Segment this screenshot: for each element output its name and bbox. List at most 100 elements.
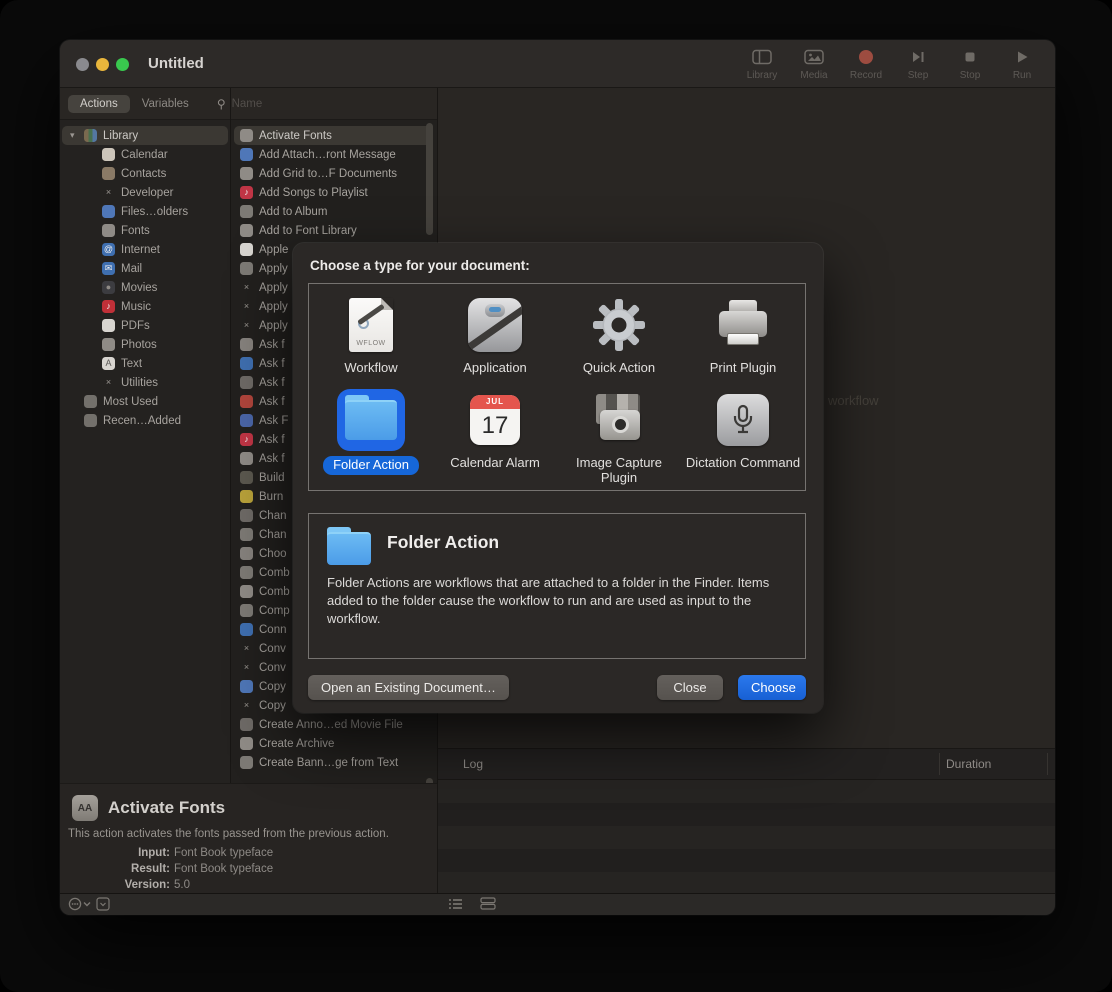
action-info-title: Activate Fonts bbox=[108, 798, 225, 818]
sidebar-item[interactable]: ▾ Fonts bbox=[62, 221, 228, 240]
activate-fonts-icon bbox=[240, 129, 253, 142]
sidebar-divider bbox=[230, 88, 231, 893]
photos-icon bbox=[102, 338, 115, 351]
sidebar-item[interactable]: ▾ Calendar bbox=[62, 145, 228, 164]
folder-smart-icon bbox=[84, 414, 97, 427]
desktop-background: Untitled Library Media Record Step bbox=[0, 0, 1112, 992]
step-icon bbox=[911, 46, 925, 68]
log-column-header[interactable]: Log bbox=[463, 749, 483, 779]
font-book-icon: AA bbox=[72, 795, 98, 821]
library-toolbar-icon bbox=[752, 46, 772, 68]
sidebar-item[interactable]: ▾ Recen…Added bbox=[62, 411, 228, 430]
minimize-window-button[interactable] bbox=[96, 58, 109, 71]
zoom-window-button[interactable] bbox=[116, 58, 129, 71]
sidebar-item[interactable]: ▾ ♪ Music bbox=[62, 297, 228, 316]
run-icon bbox=[1016, 46, 1029, 68]
detail-title: Folder Action bbox=[387, 532, 499, 553]
generic-action-icon bbox=[240, 756, 253, 769]
document-type-option[interactable]: WFLOW Workflow bbox=[309, 288, 433, 383]
toolbar-button[interactable]: Step bbox=[897, 44, 939, 83]
document-type-option[interactable]: JUL17 Calendar Alarm bbox=[433, 383, 557, 486]
action-list-item[interactable]: ♪ Add Songs to Playlist bbox=[234, 183, 433, 202]
generic-action-icon bbox=[240, 357, 253, 370]
toolbar-button[interactable]: Stop bbox=[949, 44, 991, 83]
image-capture-icon bbox=[592, 394, 646, 446]
toolbar-button[interactable]: Record bbox=[845, 44, 887, 83]
toolbar-button[interactable]: Media bbox=[793, 44, 835, 83]
action-list-item[interactable]: Create Bann…ge from Text bbox=[234, 753, 433, 772]
burn-action-icon bbox=[240, 490, 253, 503]
document-type-option[interactable]: Print Plugin bbox=[681, 288, 805, 383]
list-view-icon[interactable] bbox=[448, 897, 463, 910]
document-type-option[interactable]: Image Capture Plugin bbox=[557, 383, 681, 486]
close-window-button[interactable] bbox=[76, 58, 89, 71]
title-bar: Untitled Library Media Record Step bbox=[60, 40, 1055, 88]
mail-icon: ✉ bbox=[102, 262, 115, 275]
sidebar-item[interactable]: ▾ Library bbox=[62, 126, 228, 145]
action-list-item[interactable]: Activate Fonts bbox=[234, 126, 433, 145]
toolbar-button[interactable]: Run bbox=[1001, 44, 1043, 83]
action-list-item[interactable]: Create Archive bbox=[234, 734, 433, 753]
action-list-item[interactable]: Add to Album bbox=[234, 202, 433, 221]
action-list-item[interactable]: Add Grid to…F Documents bbox=[234, 164, 433, 183]
utilities-action-icon: × bbox=[240, 661, 253, 674]
close-button[interactable]: Close bbox=[657, 675, 723, 700]
action-list-item[interactable]: Add Attach…ront Message bbox=[234, 145, 433, 164]
generic-action-icon bbox=[240, 623, 253, 636]
detail-description: Folder Actions are workflows that are at… bbox=[327, 574, 791, 629]
pdfs-icon bbox=[102, 319, 115, 332]
folder-smart-icon bbox=[84, 395, 97, 408]
generic-action-icon bbox=[240, 680, 253, 693]
document-type-option[interactable]: Folder Action bbox=[309, 383, 433, 486]
open-existing-document-button[interactable]: Open an Existing Document… bbox=[308, 675, 509, 700]
sidebar-item[interactable]: ▾ A Text bbox=[62, 354, 228, 373]
calendar-app-icon bbox=[102, 148, 115, 161]
search-input[interactable] bbox=[232, 98, 392, 110]
sidebar-item[interactable]: ▾ PDFs bbox=[62, 316, 228, 335]
choose-button[interactable]: Choose bbox=[738, 675, 806, 700]
column-divider[interactable] bbox=[1047, 753, 1048, 775]
search-icon: ⚲ bbox=[217, 97, 226, 111]
fonts-action-icon bbox=[240, 224, 253, 237]
duration-column-header[interactable]: Duration bbox=[946, 749, 991, 779]
utilities-action-icon: × bbox=[240, 300, 253, 313]
library-icon bbox=[84, 129, 97, 142]
document-type-option[interactable]: Application bbox=[433, 288, 557, 383]
sidebar-item[interactable]: ▾ @ Internet bbox=[62, 240, 228, 259]
sidebar-item[interactable]: ▾ × Utilities bbox=[62, 373, 228, 392]
action-info-field: Result: Font Book typeface bbox=[60, 861, 437, 877]
sidebar-item[interactable]: ▾ ● Movies bbox=[62, 278, 228, 297]
utilities-icon: × bbox=[102, 376, 115, 389]
log-header: Log Duration bbox=[438, 748, 1055, 780]
tab-actions[interactable]: Actions bbox=[68, 95, 130, 113]
quick-action-icon bbox=[592, 298, 646, 352]
panel-toggle-icon[interactable] bbox=[96, 897, 110, 911]
stacked-panels-icon[interactable] bbox=[480, 897, 496, 910]
sidebar-item[interactable]: ▾ Files…olders bbox=[62, 202, 228, 221]
sidebar-item[interactable]: ▾ × Developer bbox=[62, 183, 228, 202]
application-icon bbox=[468, 298, 522, 352]
type-detail-box: Folder Action Folder Actions are workflo… bbox=[308, 513, 806, 659]
generic-action-icon bbox=[240, 604, 253, 617]
tab-variables[interactable]: Variables bbox=[130, 95, 201, 113]
sidebar-item[interactable]: ▾ Photos bbox=[62, 335, 228, 354]
action-list-item[interactable]: Create Anno…ed Movie File bbox=[234, 715, 433, 734]
document-type-option[interactable]: Dictation Command bbox=[681, 383, 805, 486]
sidebar-item[interactable]: ▾ Contacts bbox=[62, 164, 228, 183]
sidebar-item[interactable]: ▾ Most Used bbox=[62, 392, 228, 411]
column-divider[interactable] bbox=[939, 753, 940, 775]
photos-action-icon bbox=[240, 205, 253, 218]
stop-icon bbox=[964, 46, 976, 68]
generic-action-icon bbox=[240, 262, 253, 275]
toolbar-button[interactable]: Library bbox=[741, 44, 783, 83]
chevron-down-icon[interactable]: ▾ bbox=[70, 130, 84, 141]
pdf-action-icon bbox=[240, 167, 253, 180]
generic-action-icon bbox=[240, 338, 253, 351]
actions-scrollbar[interactable] bbox=[426, 123, 433, 235]
action-list-item[interactable]: Add to Font Library bbox=[234, 221, 433, 240]
sidebar-item[interactable]: ▾ ✉ Mail bbox=[62, 259, 228, 278]
run-options-icon[interactable] bbox=[68, 897, 92, 911]
mail-action-icon bbox=[240, 148, 253, 161]
document-type-option[interactable]: Quick Action bbox=[557, 288, 681, 383]
dictation-icon bbox=[717, 394, 769, 446]
